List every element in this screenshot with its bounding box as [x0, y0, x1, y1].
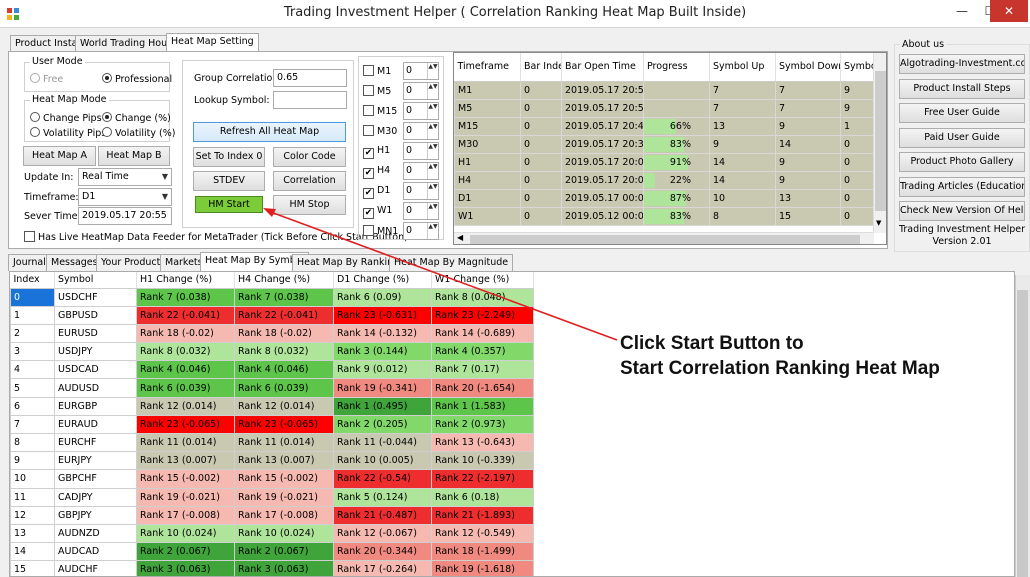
- annotation-text: Click Start Button to Start Correlation …: [620, 331, 1020, 381]
- annotation-arrow: [263, 208, 618, 341]
- annotation-line-1: Click Start Button to: [620, 333, 804, 354]
- annotation-line-2: Start Correlation Ranking Heat Map: [620, 358, 940, 379]
